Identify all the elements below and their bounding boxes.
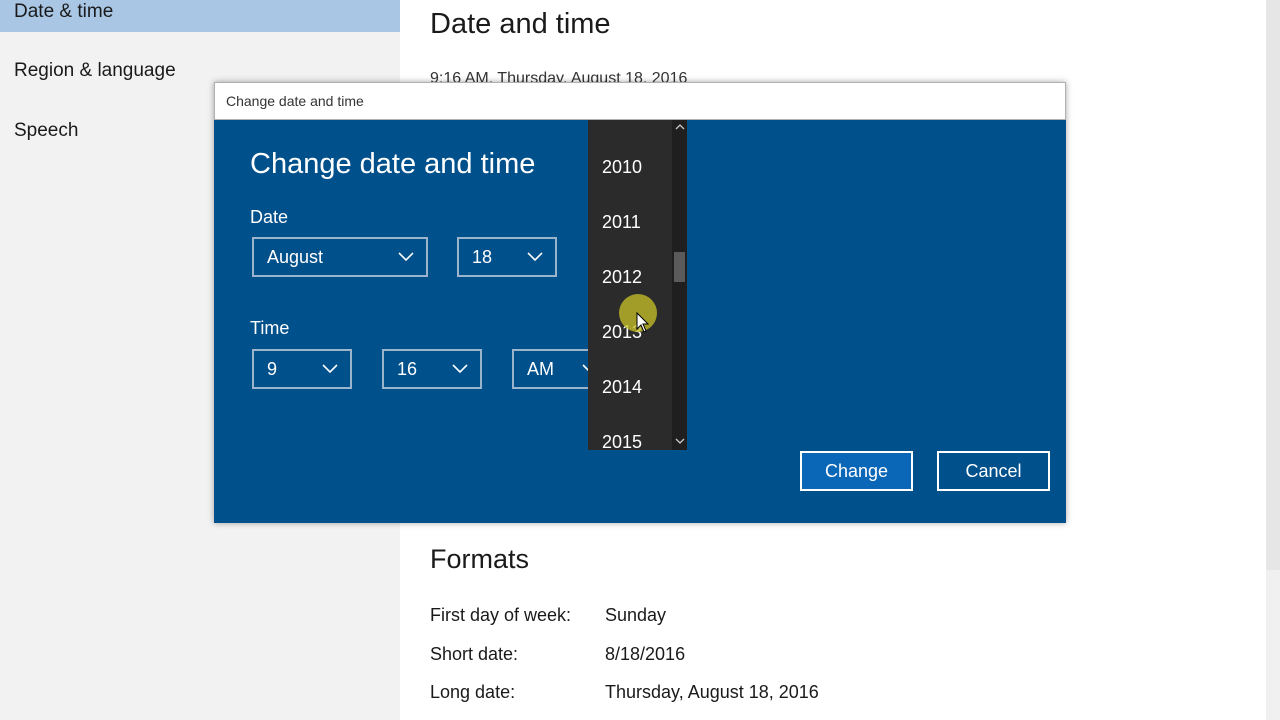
month-value: August (267, 247, 324, 267)
page-title: Date and time (430, 8, 611, 40)
chevron-up-icon[interactable] (675, 123, 685, 133)
change-button[interactable]: Change (800, 451, 913, 491)
time-label: Time (250, 318, 290, 338)
chevron-down-icon (452, 351, 468, 374)
hour-value: 9 (267, 359, 278, 379)
format-label-first-day: First day of week: (430, 605, 572, 625)
chevron-down-icon[interactable] (675, 437, 685, 447)
chevron-down-icon (398, 239, 414, 262)
year-option[interactable]: 2014 (602, 377, 642, 398)
year-list-scrollbar-thumb[interactable] (674, 252, 685, 282)
formats-heading: Formats (430, 544, 530, 574)
ampm-value: AM (527, 359, 554, 379)
minute-value: 16 (397, 359, 418, 379)
format-value-long-date: Thursday, August 18, 2016 (605, 682, 819, 702)
sidebar-item-label: Date & time (14, 1, 114, 22)
dialog-window-title: Change date and time (226, 93, 364, 109)
month-dropdown[interactable]: August (252, 237, 428, 277)
format-label-short-date: Short date: (430, 644, 519, 664)
hour-dropdown[interactable]: 9 (252, 349, 352, 389)
format-value-first-day: Sunday (605, 605, 667, 625)
year-option[interactable]: 2011 (602, 212, 641, 233)
day-dropdown[interactable]: 18 (457, 237, 557, 277)
format-value-short-date: 8/18/2016 (605, 644, 686, 664)
year-list-scrollbar[interactable] (672, 120, 687, 450)
date-label: Date (250, 207, 289, 227)
chevron-down-icon (527, 239, 543, 262)
sidebar-item-label: Speech (14, 120, 79, 141)
year-option[interactable]: 2012 (602, 267, 642, 288)
sidebar-item-label: Region & language (14, 60, 176, 81)
cancel-button[interactable]: Cancel (937, 451, 1050, 491)
year-option[interactable]: 2010 (602, 157, 642, 178)
page-scrollbar-thumb[interactable] (1266, 0, 1280, 570)
format-label-long-date: Long date: (430, 682, 516, 702)
day-value: 18 (472, 247, 493, 267)
mouse-cursor-icon (636, 311, 650, 339)
minute-dropdown[interactable]: 16 (382, 349, 482, 389)
sidebar-item-date-time[interactable]: Date & time (0, 0, 400, 32)
dialog-heading: Change date and time (250, 148, 536, 180)
chevron-down-icon (322, 351, 338, 374)
dialog-titlebar[interactable]: Change date and time (214, 82, 1066, 120)
year-option[interactable]: 2015 (602, 432, 642, 450)
